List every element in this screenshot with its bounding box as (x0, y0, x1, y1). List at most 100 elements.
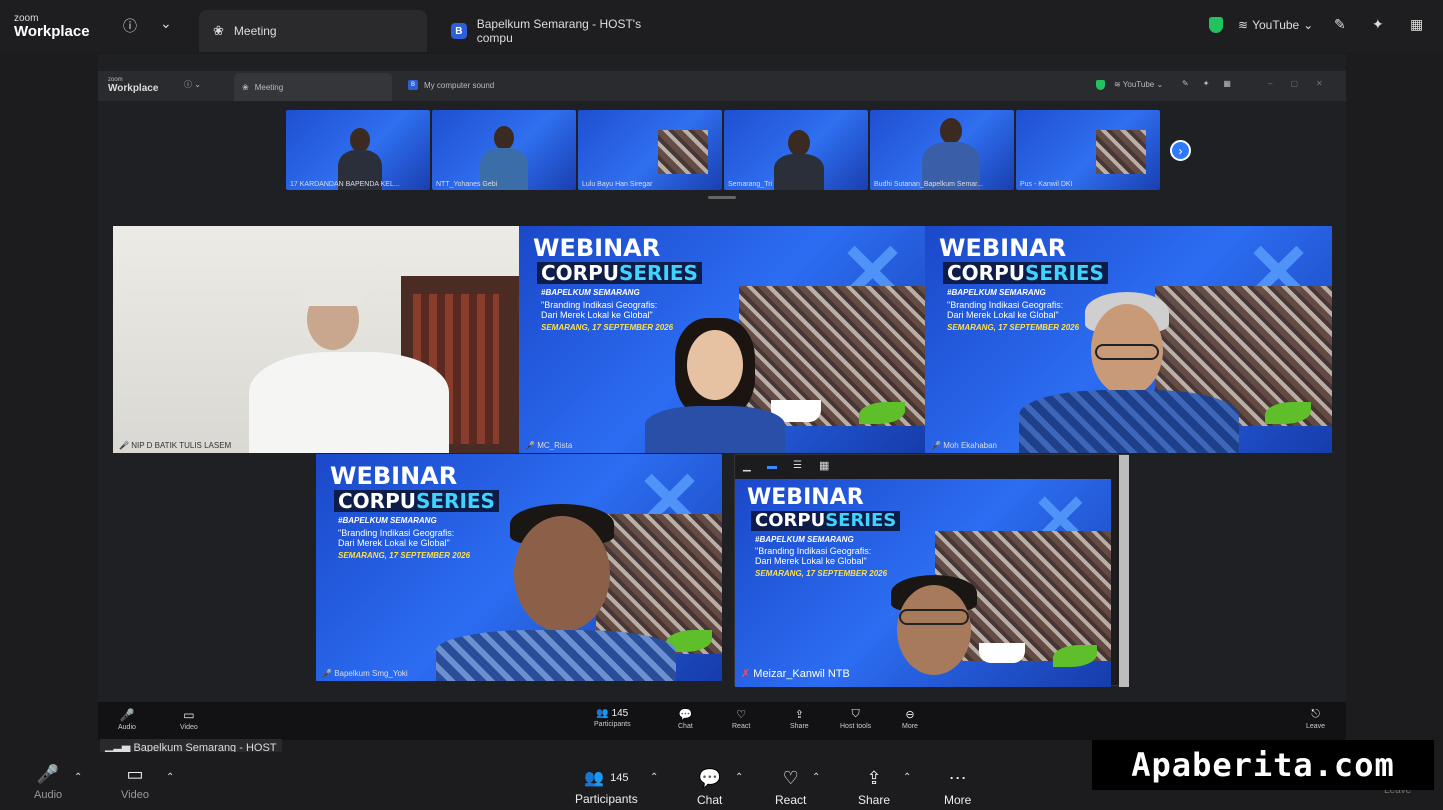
video-tile[interactable]: WEBINAR CORPUSERIES #BAPELKUM SEMARANG "… (519, 226, 925, 453)
inner-logo-big: Workplace (108, 83, 159, 94)
inner-host-tools-button: ⛉ Host tools (840, 708, 871, 730)
inner-camera-icon: ▭ (183, 708, 195, 722)
filmstrip-name: Lulu Bayu Han Siregar (582, 181, 653, 188)
series-text: SERIES (1024, 261, 1104, 285)
person-head (687, 330, 743, 400)
stack-view-icon[interactable]: ☰ (793, 460, 802, 471)
tile-name-text: NIP D BATIK TULIS LASEM (131, 441, 232, 450)
participants-label: Participants (575, 792, 638, 806)
audio-options-chevron[interactable]: ⌃ (74, 772, 82, 783)
signal-icon: ≋ (1238, 18, 1249, 32)
filmstrip-next-button[interactable]: › (1170, 140, 1191, 161)
info-icon[interactable]: ⓘ (123, 16, 137, 36)
inner-video-label: Video (180, 724, 198, 731)
webinar-corpu: CORPUSERIES (537, 262, 702, 284)
inner-tab-screen-label: My computer sound (424, 80, 495, 90)
tile-scrollbar[interactable] (1119, 455, 1129, 687)
pen-icon[interactable]: ✎ (1334, 16, 1346, 33)
person-head (494, 126, 514, 150)
inner-leave-button: ⎋ Leave (1306, 708, 1325, 730)
share-button[interactable]: ⇪ Share (858, 768, 890, 807)
youtube-label: YouTube (1252, 18, 1300, 32)
filmstrip-tile[interactable]: Lulu Bayu Han Siregar (578, 110, 722, 190)
webinar-sub2: Dari Merek Lokal ke Global" (541, 310, 653, 320)
inner-tab-meeting-label: Meeting (254, 82, 284, 92)
video-tile[interactable]: WEBINAR CORPUSERIES #BAPELKUM SEMARANG "… (925, 226, 1332, 453)
webinar-sub1: "Branding Indikasi Geografis: (541, 300, 658, 310)
tile-view-toolbar: ▁ ▬ ☰ ▦ (735, 455, 1129, 479)
webinar-sub2: Dari Merek Lokal ke Global" (755, 556, 867, 566)
person-body (249, 352, 449, 453)
corpu-text: CORPU (947, 261, 1025, 285)
video-tile[interactable]: WEBINAR CORPUSERIES #BAPELKUM SEMARANG "… (316, 454, 722, 681)
filmstrip-resize-handle[interactable] (708, 196, 736, 199)
filmstrip-tile[interactable]: 17 KARDANDAN BAPENDA KEL... (286, 110, 430, 190)
inner-chat-label: Chat (678, 723, 693, 730)
share-options-chevron[interactable]: ⌃ (903, 772, 911, 783)
batik-graphic (1096, 130, 1146, 174)
window-titlebar: zoom Workplace ⓘ ⌄ ❀ Meeting B Bapelkum … (0, 0, 1443, 52)
tile-name-text: Meizar_Kanwil NTB (753, 668, 850, 680)
person-body (436, 630, 676, 681)
react-label: React (775, 793, 807, 807)
participants-options-chevron[interactable]: ⌃ (650, 772, 658, 783)
participants-icon: 👥 145 (584, 770, 629, 787)
webinar-subtitle: "Branding Indikasi Geografis: Dari Merek … (947, 300, 1063, 320)
inner-chat-button: 💬 Chat (678, 708, 693, 730)
filmstrip-name: Budhi Sutanan_Bapelkum Semar... (874, 181, 983, 188)
camera-icon: ▭ (126, 764, 144, 784)
tab-meeting[interactable]: ❀ Meeting (199, 10, 427, 52)
video-options-chevron[interactable]: ⌃ (166, 772, 174, 783)
speaker-view-icon[interactable]: ▬ (767, 461, 777, 472)
chat-options-chevron[interactable]: ⌃ (735, 772, 743, 783)
filmstrip-tile[interactable]: Budhi Sutanan_Bapelkum Semar... (870, 110, 1014, 190)
inner-react-label: React (732, 723, 751, 730)
mic-muted-icon: ✗ (741, 668, 751, 680)
person-body (1019, 390, 1239, 453)
filmstrip-tile[interactable]: NTT_Yohanes Gebi (432, 110, 576, 190)
participants-count: 145 (610, 772, 629, 784)
person-body (645, 406, 785, 453)
shield-icon[interactable] (1209, 17, 1223, 33)
inner-share-icon: ⇪ (794, 709, 804, 721)
chat-button[interactable]: 💬 Chat (697, 768, 722, 807)
share-label: Share (858, 793, 891, 807)
minimize-icon[interactable]: ▁ (743, 461, 751, 472)
tile-name-text: MC_Rista (537, 441, 573, 450)
react-button[interactable]: ♡ React (775, 768, 806, 807)
webinar-subtitle: "Branding Indikasi Geografis: Dari Merek … (755, 546, 871, 566)
sparkle-icon[interactable]: ✦ (1372, 16, 1384, 33)
tile-name-text: Bapelkum Smg_Yoki (334, 669, 408, 678)
person-head (897, 585, 971, 675)
chevron-down-icon[interactable]: ⌄ (160, 15, 172, 32)
tile-name: 🎤 MC_Rista (525, 441, 573, 450)
glasses-graphic (1095, 344, 1159, 360)
grid-view-icon[interactable]: ▦ (819, 459, 829, 472)
chat-label: Chat (697, 793, 723, 807)
audio-button[interactable]: 🎤 Audio (34, 764, 62, 801)
inner-paw-icon: ❀ (242, 82, 249, 92)
webinar-date: SEMARANG, 17 SEPTEMBER 2026 (947, 323, 1080, 332)
video-tile-active[interactable]: ▁ ▬ ☰ ▦ WEBINAR CORPUSERIES #BAPELKUM SE… (734, 454, 1129, 687)
filmstrip-tile[interactable]: Pus - Kanwil DKI (1016, 110, 1160, 190)
inner-toolbar-icons: ✎✦▦ (1182, 79, 1245, 88)
react-options-chevron[interactable]: ⌃ (812, 772, 820, 783)
inner-info-icon: ⓘ ⌄ (184, 80, 201, 89)
webinar-title: WEBINAR (747, 485, 864, 510)
inner-youtube: ≋ YouTube ⌄ (1114, 80, 1164, 89)
more-button[interactable]: ⋯ More (944, 768, 971, 807)
youtube-live-button[interactable]: ≋ YouTube ⌄ (1238, 18, 1313, 32)
video-button[interactable]: ▭ Video (121, 764, 149, 801)
chat-icon: 💬 (698, 768, 721, 788)
tab-shared-screen[interactable]: B Bapelkum Semarang - HOST's compu (437, 10, 677, 52)
webinar-sub1: "Branding Indikasi Geografis: (755, 546, 872, 556)
tile-name: 🎤 Moh Ekahaban (931, 441, 998, 450)
participants-button[interactable]: 👥 145 Participants (575, 768, 638, 806)
filmstrip-tile[interactable]: Semarang_Tri (724, 110, 868, 190)
video-tile[interactable]: 🎤 NIP D BATIK TULIS LASEM (113, 226, 519, 453)
inner-zoom-logo: zoom Workplace (108, 77, 158, 94)
inner-react-button: ♡ React (732, 708, 750, 730)
inner-heart-icon: ♡ (736, 709, 747, 721)
clapper-icon[interactable]: ▦ (1410, 16, 1423, 33)
person-head (350, 128, 370, 152)
